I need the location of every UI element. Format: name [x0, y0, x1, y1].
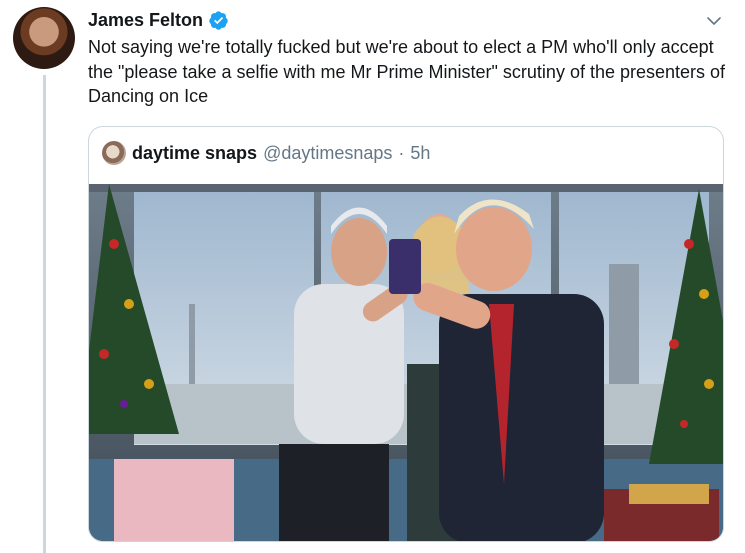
quoted-author-avatar[interactable]	[102, 141, 126, 165]
tweet-text: Not saying we're totally fucked but we'r…	[88, 37, 726, 106]
tweet-header: James Felton	[88, 9, 229, 31]
quoted-separator: ·	[398, 142, 405, 163]
verified-badge-icon	[209, 10, 228, 30]
quoted-tweet-photo[interactable]	[89, 184, 723, 541]
author-avatar[interactable]	[13, 7, 75, 69]
selfie-photo	[89, 184, 723, 541]
quoted-author-handle[interactable]: @daytimesnaps	[263, 143, 392, 164]
quoted-tweet-header: daytime snaps @daytimesnaps · 5h	[102, 141, 430, 165]
author-name[interactable]: James Felton	[88, 10, 203, 31]
chevron-down-icon[interactable]	[703, 12, 725, 30]
quoted-timestamp[interactable]: 5h	[410, 143, 430, 164]
quoted-author-name[interactable]: daytime snaps	[132, 143, 257, 164]
thread-line	[43, 75, 46, 553]
quoted-tweet[interactable]: daytime snaps @daytimesnaps · 5h	[88, 126, 724, 542]
